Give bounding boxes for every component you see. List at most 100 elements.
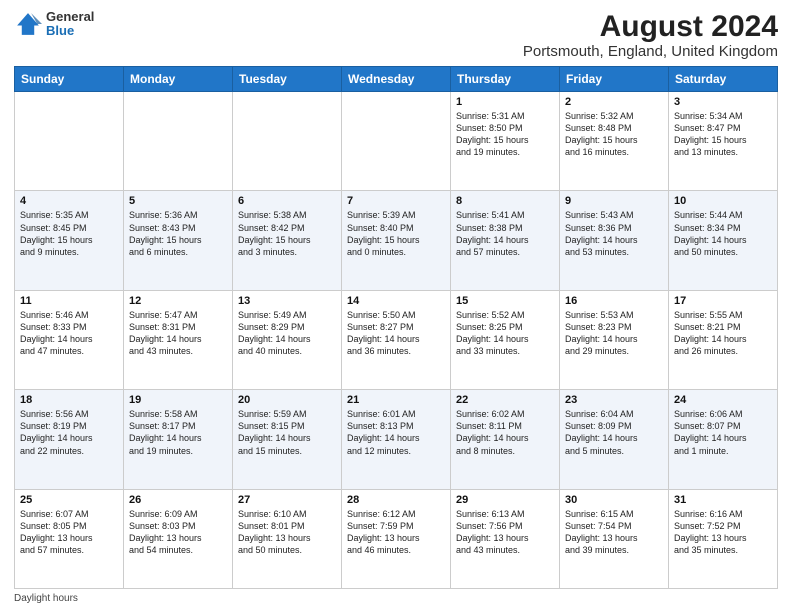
page-title: August 2024: [523, 10, 778, 43]
day-detail: Sunrise: 6:02 AM Sunset: 8:11 PM Dayligh…: [456, 408, 554, 457]
header: General Blue August 2024 Portsmouth, Eng…: [14, 10, 778, 60]
day-detail: Sunrise: 5:53 AM Sunset: 8:23 PM Dayligh…: [565, 309, 663, 358]
calendar-table: SundayMondayTuesdayWednesdayThursdayFrid…: [14, 66, 778, 589]
week-row-4: 18 Sunrise: 5:56 AM Sunset: 8:19 PM Dayli…: [15, 390, 778, 489]
day-cell: 29 Sunrise: 6:13 AM Sunset: 7:56 PM Dayli…: [451, 489, 560, 588]
col-header-wednesday: Wednesday: [342, 67, 451, 92]
day-detail: Sunrise: 5:35 AM Sunset: 8:45 PM Dayligh…: [20, 209, 118, 258]
day-number: 11: [20, 295, 118, 307]
day-number: 31: [674, 494, 772, 506]
day-number: 1: [456, 96, 554, 108]
day-cell: [15, 92, 124, 191]
day-number: 15: [456, 295, 554, 307]
page: General Blue August 2024 Portsmouth, Eng…: [0, 0, 792, 612]
day-number: 16: [565, 295, 663, 307]
day-number: 27: [238, 494, 336, 506]
day-cell: 22 Sunrise: 6:02 AM Sunset: 8:11 PM Dayli…: [451, 390, 560, 489]
day-detail: Sunrise: 5:52 AM Sunset: 8:25 PM Dayligh…: [456, 309, 554, 358]
day-detail: Sunrise: 5:46 AM Sunset: 8:33 PM Dayligh…: [20, 309, 118, 358]
day-detail: Sunrise: 5:49 AM Sunset: 8:29 PM Dayligh…: [238, 309, 336, 358]
col-header-saturday: Saturday: [669, 67, 778, 92]
day-number: 24: [674, 394, 772, 406]
day-detail: Sunrise: 6:15 AM Sunset: 7:54 PM Dayligh…: [565, 508, 663, 557]
day-number: 19: [129, 394, 227, 406]
day-detail: Sunrise: 5:39 AM Sunset: 8:40 PM Dayligh…: [347, 209, 445, 258]
day-detail: Sunrise: 6:06 AM Sunset: 8:07 PM Dayligh…: [674, 408, 772, 457]
day-cell: 31Sunrise: 6:16 AM Sunset: 7:52 PM Dayli…: [669, 489, 778, 588]
day-cell: 4 Sunrise: 5:35 AM Sunset: 8:45 PM Daylig…: [15, 191, 124, 290]
day-number: 22: [456, 394, 554, 406]
calendar-header-row: SundayMondayTuesdayWednesdayThursdayFrid…: [15, 67, 778, 92]
day-cell: 3Sunrise: 5:34 AM Sunset: 8:47 PM Daylig…: [669, 92, 778, 191]
day-detail: Sunrise: 5:31 AM Sunset: 8:50 PM Dayligh…: [456, 110, 554, 159]
day-detail: Sunrise: 6:13 AM Sunset: 7:56 PM Dayligh…: [456, 508, 554, 557]
day-number: 23: [565, 394, 663, 406]
day-number: 26: [129, 494, 227, 506]
day-detail: Sunrise: 5:50 AM Sunset: 8:27 PM Dayligh…: [347, 309, 445, 358]
day-cell: 8 Sunrise: 5:41 AM Sunset: 8:38 PM Daylig…: [451, 191, 560, 290]
day-number: 3: [674, 96, 772, 108]
day-number: 4: [20, 195, 118, 207]
col-header-thursday: Thursday: [451, 67, 560, 92]
day-cell: 19 Sunrise: 5:58 AM Sunset: 8:17 PM Dayli…: [124, 390, 233, 489]
col-header-friday: Friday: [560, 67, 669, 92]
day-cell: 10Sunrise: 5:44 AM Sunset: 8:34 PM Dayli…: [669, 191, 778, 290]
week-row-1: 1 Sunrise: 5:31 AM Sunset: 8:50 PM Daylig…: [15, 92, 778, 191]
week-row-3: 11 Sunrise: 5:46 AM Sunset: 8:33 PM Dayli…: [15, 290, 778, 389]
day-detail: Sunrise: 5:59 AM Sunset: 8:15 PM Dayligh…: [238, 408, 336, 457]
day-cell: 30Sunrise: 6:15 AM Sunset: 7:54 PM Dayli…: [560, 489, 669, 588]
day-cell: 17 Sunrise: 5:55 AM Sunset: 8:21 PM Dayli…: [669, 290, 778, 389]
day-number: 14: [347, 295, 445, 307]
day-detail: Sunrise: 5:43 AM Sunset: 8:36 PM Dayligh…: [565, 209, 663, 258]
day-number: 10: [674, 195, 772, 207]
col-header-sunday: Sunday: [15, 67, 124, 92]
day-detail: Sunrise: 6:04 AM Sunset: 8:09 PM Dayligh…: [565, 408, 663, 457]
day-cell: 7 Sunrise: 5:39 AM Sunset: 8:40 PM Daylig…: [342, 191, 451, 290]
day-number: 12: [129, 295, 227, 307]
day-cell: 23 Sunrise: 6:04 AM Sunset: 8:09 PM Dayli…: [560, 390, 669, 489]
logo: General Blue: [14, 10, 94, 39]
col-header-monday: Monday: [124, 67, 233, 92]
footer-note: Daylight hours: [14, 593, 778, 604]
day-number: 21: [347, 394, 445, 406]
day-detail: Sunrise: 6:01 AM Sunset: 8:13 PM Dayligh…: [347, 408, 445, 457]
day-detail: Sunrise: 5:55 AM Sunset: 8:21 PM Dayligh…: [674, 309, 772, 358]
day-cell: 21 Sunrise: 6:01 AM Sunset: 8:13 PM Dayli…: [342, 390, 451, 489]
day-number: 2: [565, 96, 663, 108]
week-row-5: 25 Sunrise: 6:07 AM Sunset: 8:05 PM Dayli…: [15, 489, 778, 588]
day-detail: Sunrise: 5:47 AM Sunset: 8:31 PM Dayligh…: [129, 309, 227, 358]
day-detail: Sunrise: 5:41 AM Sunset: 8:38 PM Dayligh…: [456, 209, 554, 258]
day-cell: 20Sunrise: 5:59 AM Sunset: 8:15 PM Dayli…: [233, 390, 342, 489]
day-cell: 12 Sunrise: 5:47 AM Sunset: 8:31 PM Dayli…: [124, 290, 233, 389]
day-cell: 1 Sunrise: 5:31 AM Sunset: 8:50 PM Daylig…: [451, 92, 560, 191]
day-cell: 18 Sunrise: 5:56 AM Sunset: 8:19 PM Dayli…: [15, 390, 124, 489]
week-row-2: 4 Sunrise: 5:35 AM Sunset: 8:45 PM Daylig…: [15, 191, 778, 290]
day-detail: Sunrise: 6:09 AM Sunset: 8:03 PM Dayligh…: [129, 508, 227, 557]
day-cell: [342, 92, 451, 191]
day-number: 7: [347, 195, 445, 207]
day-number: 17: [674, 295, 772, 307]
page-subtitle: Portsmouth, England, United Kingdom: [523, 43, 778, 60]
day-cell: 26 Sunrise: 6:09 AM Sunset: 8:03 PM Dayli…: [124, 489, 233, 588]
day-cell: 27 Sunrise: 6:10 AM Sunset: 8:01 PM Dayli…: [233, 489, 342, 588]
day-cell: 11 Sunrise: 5:46 AM Sunset: 8:33 PM Dayli…: [15, 290, 124, 389]
day-number: 28: [347, 494, 445, 506]
day-number: 8: [456, 195, 554, 207]
day-detail: Sunrise: 5:32 AM Sunset: 8:48 PM Dayligh…: [565, 110, 663, 159]
day-cell: 15 Sunrise: 5:52 AM Sunset: 8:25 PM Dayli…: [451, 290, 560, 389]
day-number: 29: [456, 494, 554, 506]
day-cell: 24 Sunrise: 6:06 AM Sunset: 8:07 PM Dayli…: [669, 390, 778, 489]
logo-icon: [14, 10, 42, 38]
day-number: 13: [238, 295, 336, 307]
day-cell: 9Sunrise: 5:43 AM Sunset: 8:36 PM Daylig…: [560, 191, 669, 290]
day-detail: Sunrise: 6:10 AM Sunset: 8:01 PM Dayligh…: [238, 508, 336, 557]
day-detail: Sunrise: 5:58 AM Sunset: 8:17 PM Dayligh…: [129, 408, 227, 457]
day-number: 25: [20, 494, 118, 506]
day-detail: Sunrise: 6:07 AM Sunset: 8:05 PM Dayligh…: [20, 508, 118, 557]
day-cell: 2 Sunrise: 5:32 AM Sunset: 8:48 PM Daylig…: [560, 92, 669, 191]
day-detail: Sunrise: 5:56 AM Sunset: 8:19 PM Dayligh…: [20, 408, 118, 457]
day-cell: 14 Sunrise: 5:50 AM Sunset: 8:27 PM Dayli…: [342, 290, 451, 389]
col-header-tuesday: Tuesday: [233, 67, 342, 92]
day-number: 18: [20, 394, 118, 406]
day-cell: 6Sunrise: 5:38 AM Sunset: 8:42 PM Daylig…: [233, 191, 342, 290]
